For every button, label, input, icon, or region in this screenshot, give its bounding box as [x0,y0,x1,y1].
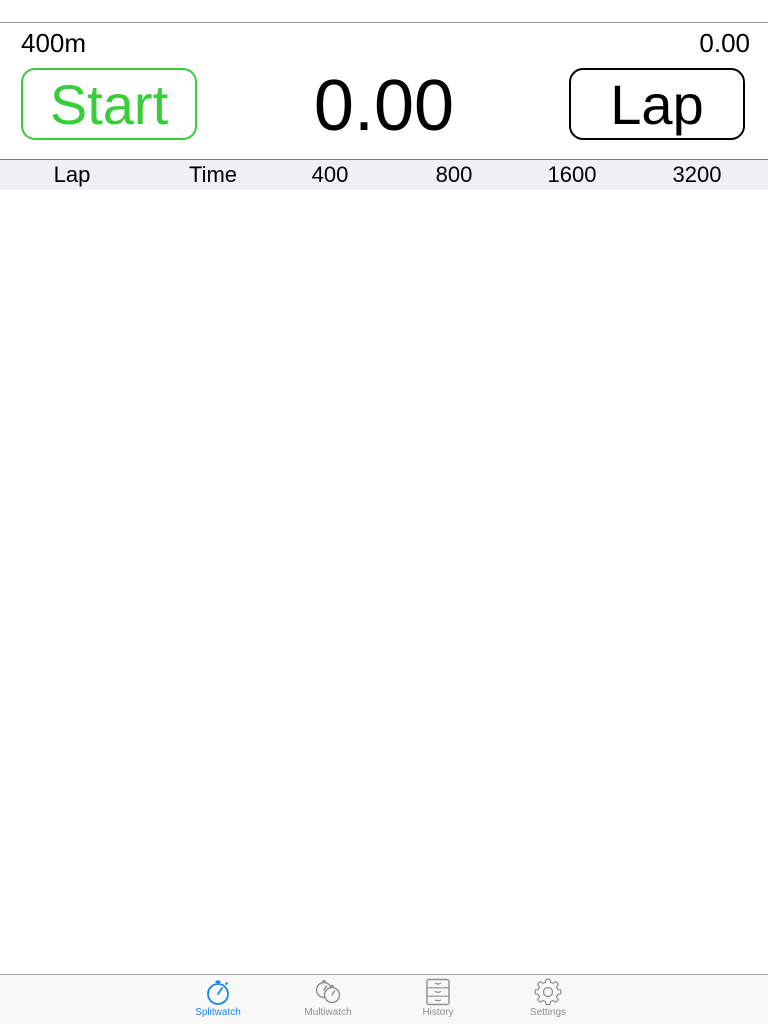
top-divider [0,22,768,23]
tab-bar: Splitwatch Multiwatch History Settings [0,974,768,1024]
file-cabinet-icon [426,978,450,1006]
distance-label[interactable]: 400m [21,28,86,58]
tab-multiwatch[interactable]: Multiwatch [278,977,378,1024]
tab-multiwatch-label: Multiwatch [304,1007,352,1018]
column-header-time: Time [188,162,238,187]
start-button[interactable]: Start [21,68,197,140]
column-header-3200: 3200 [672,162,722,187]
splitwatch-screen: 400m 0.00 Start 0.00 Lap Lap Time 400 80… [0,0,768,1024]
multi-stopwatch-icon [315,980,341,1004]
laps-list[interactable] [0,190,768,974]
stopwatch-icon [207,980,229,1005]
split-time-readout: 0.00 [699,28,750,58]
column-header-1600: 1600 [547,162,597,187]
gear-icon [534,978,562,1006]
tab-splitwatch[interactable]: Splitwatch [168,977,268,1024]
tab-settings-label: Settings [529,1007,567,1018]
tab-history-label: History [422,1007,454,1018]
lap-button[interactable]: Lap [569,68,745,140]
column-header-400: 400 [311,162,349,187]
column-header-800: 800 [435,162,473,187]
column-header-lap: Lap [53,162,91,187]
main-timer-display: 0.00 [313,66,455,146]
laps-column-header: Lap Time 400 800 1600 3200 [0,160,768,190]
tab-settings[interactable]: Settings [498,977,598,1024]
tab-history[interactable]: History [388,977,488,1024]
tab-splitwatch-label: Splitwatch [195,1007,241,1018]
